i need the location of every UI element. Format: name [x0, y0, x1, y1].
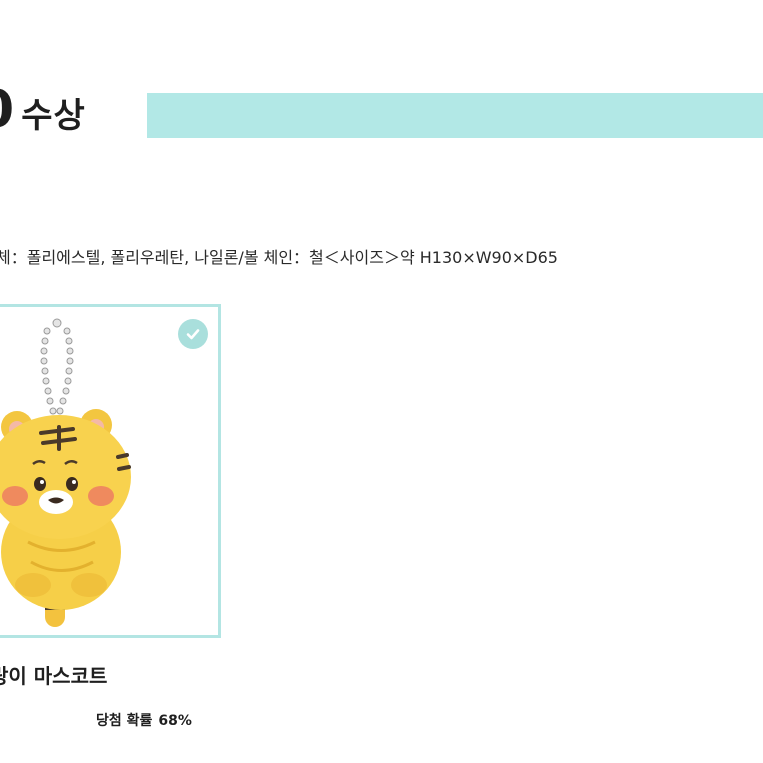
odds-value: 68%: [158, 713, 192, 729]
prize-grade: 0: [0, 80, 15, 140]
ball-chain: [40, 318, 74, 415]
odds-label: 당첨 확률: [96, 713, 153, 729]
product-image: [0, 318, 131, 627]
product-card[interactable]: [0, 304, 221, 638]
spec-text: 체：폴리에스텔, 폴리우레탄, 나일론/볼 체인：철＜사이즈＞약 H130×W9…: [0, 248, 558, 267]
plush-head: [0, 415, 131, 539]
prize-suffix: 수상: [21, 96, 86, 136]
win-odds: 당첨 확률 68%: [96, 710, 192, 730]
title-bar: [147, 93, 763, 138]
product-name: 랑이 마스코트: [0, 664, 108, 688]
prize-title: 0수상: [0, 84, 86, 136]
